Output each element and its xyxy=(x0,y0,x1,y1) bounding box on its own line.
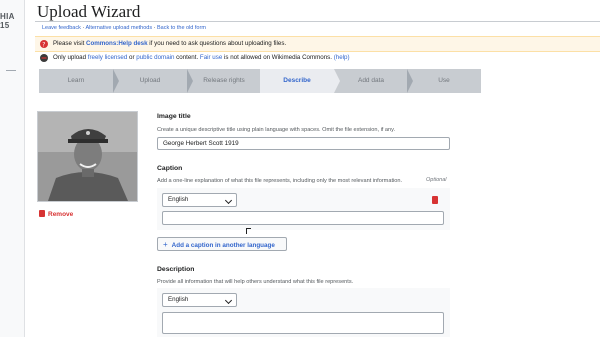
help-desk-link[interactable]: Commons:Help desk xyxy=(86,40,148,47)
left-sidebar: HIA 15 xyxy=(0,0,25,337)
image-thumbnail xyxy=(37,111,138,202)
description-help: Provide all information that will help o… xyxy=(157,279,354,285)
logo-text: HIA 15 xyxy=(0,12,15,30)
caption-optional: Optional xyxy=(426,177,447,183)
help-notice: ? Please visit Commons:Help desk if you … xyxy=(35,36,600,52)
license-notice: Only upload freely licensed or public do… xyxy=(35,52,600,64)
main-content: Upload Wizard Leave feedback · Alternati… xyxy=(35,0,600,337)
alternative-upload-link[interactable]: Alternative upload methods xyxy=(85,25,152,31)
site-logo[interactable]: HIA 15 xyxy=(0,12,15,30)
chevron-down-icon xyxy=(224,296,233,305)
mouse-cursor xyxy=(246,228,251,234)
step-learn: Learn xyxy=(67,77,85,84)
license-mid2: content. xyxy=(174,54,200,61)
description-language-value: English xyxy=(168,296,189,303)
description-input[interactable] xyxy=(162,312,444,334)
leave-feedback-link[interactable]: Leave feedback xyxy=(42,25,81,31)
help-notice-prefix: Please visit xyxy=(53,40,87,47)
caption-language-select[interactable]: English xyxy=(162,193,237,207)
license-suffix: is not allowed on Wikimedia Commons. xyxy=(222,54,334,61)
old-form-link[interactable]: Back to the old form xyxy=(157,25,206,31)
plus-icon: + xyxy=(163,240,168,249)
image-title-help: Create a unique descriptive title using … xyxy=(157,127,396,133)
sidebar-divider xyxy=(6,70,16,71)
caption-panel: English xyxy=(157,188,450,230)
description-panel: English xyxy=(157,288,450,337)
caption-input[interactable] xyxy=(162,211,444,225)
image-title-input[interactable]: George Herbert Scott 1919 xyxy=(157,137,450,150)
license-mid1: or xyxy=(127,54,137,61)
delete-caption-icon[interactable] xyxy=(432,196,438,204)
description-label: Description xyxy=(157,266,195,273)
image-title-label: Image title xyxy=(157,113,191,120)
fair-use-link[interactable]: Fair use xyxy=(200,54,222,61)
remove-label: Remove xyxy=(48,211,74,218)
description-language-select[interactable]: English xyxy=(162,293,237,307)
license-prefix: Only upload xyxy=(53,54,88,61)
caption-help: Add a one-line explanation of what this … xyxy=(157,178,403,184)
step-use: Use xyxy=(438,77,450,84)
license-help-link[interactable]: (help) xyxy=(334,54,350,61)
step-indicator: Learn Upload Release rights Describe Add… xyxy=(39,69,481,93)
chevron-down-icon xyxy=(224,196,233,205)
no-icon xyxy=(40,54,48,62)
top-links: Leave feedback · Alternative upload meth… xyxy=(42,25,206,31)
trash-icon xyxy=(39,210,45,217)
caption-language-value: English xyxy=(168,196,189,203)
help-notice-suffix: if you need to ask questions about uploa… xyxy=(147,40,287,47)
svg-text:?: ? xyxy=(42,41,45,48)
help-icon: ? xyxy=(40,40,48,48)
caption-label: Caption xyxy=(157,165,183,172)
step-release-rights: Release rights xyxy=(203,77,245,84)
freely-licensed-link[interactable]: freely licensed xyxy=(88,54,128,61)
page-title: Upload Wizard xyxy=(37,2,141,21)
add-caption-button[interactable]: + Add a caption in another language xyxy=(157,237,287,251)
public-domain-link[interactable]: public domain xyxy=(136,54,174,61)
step-describe: Describe xyxy=(260,69,334,93)
add-caption-label: Add a caption in another language xyxy=(171,242,275,249)
title-divider xyxy=(35,21,600,22)
remove-button[interactable]: Remove xyxy=(39,210,73,218)
step-add-data: Add data xyxy=(357,77,385,84)
step-upload: Upload xyxy=(139,77,161,84)
